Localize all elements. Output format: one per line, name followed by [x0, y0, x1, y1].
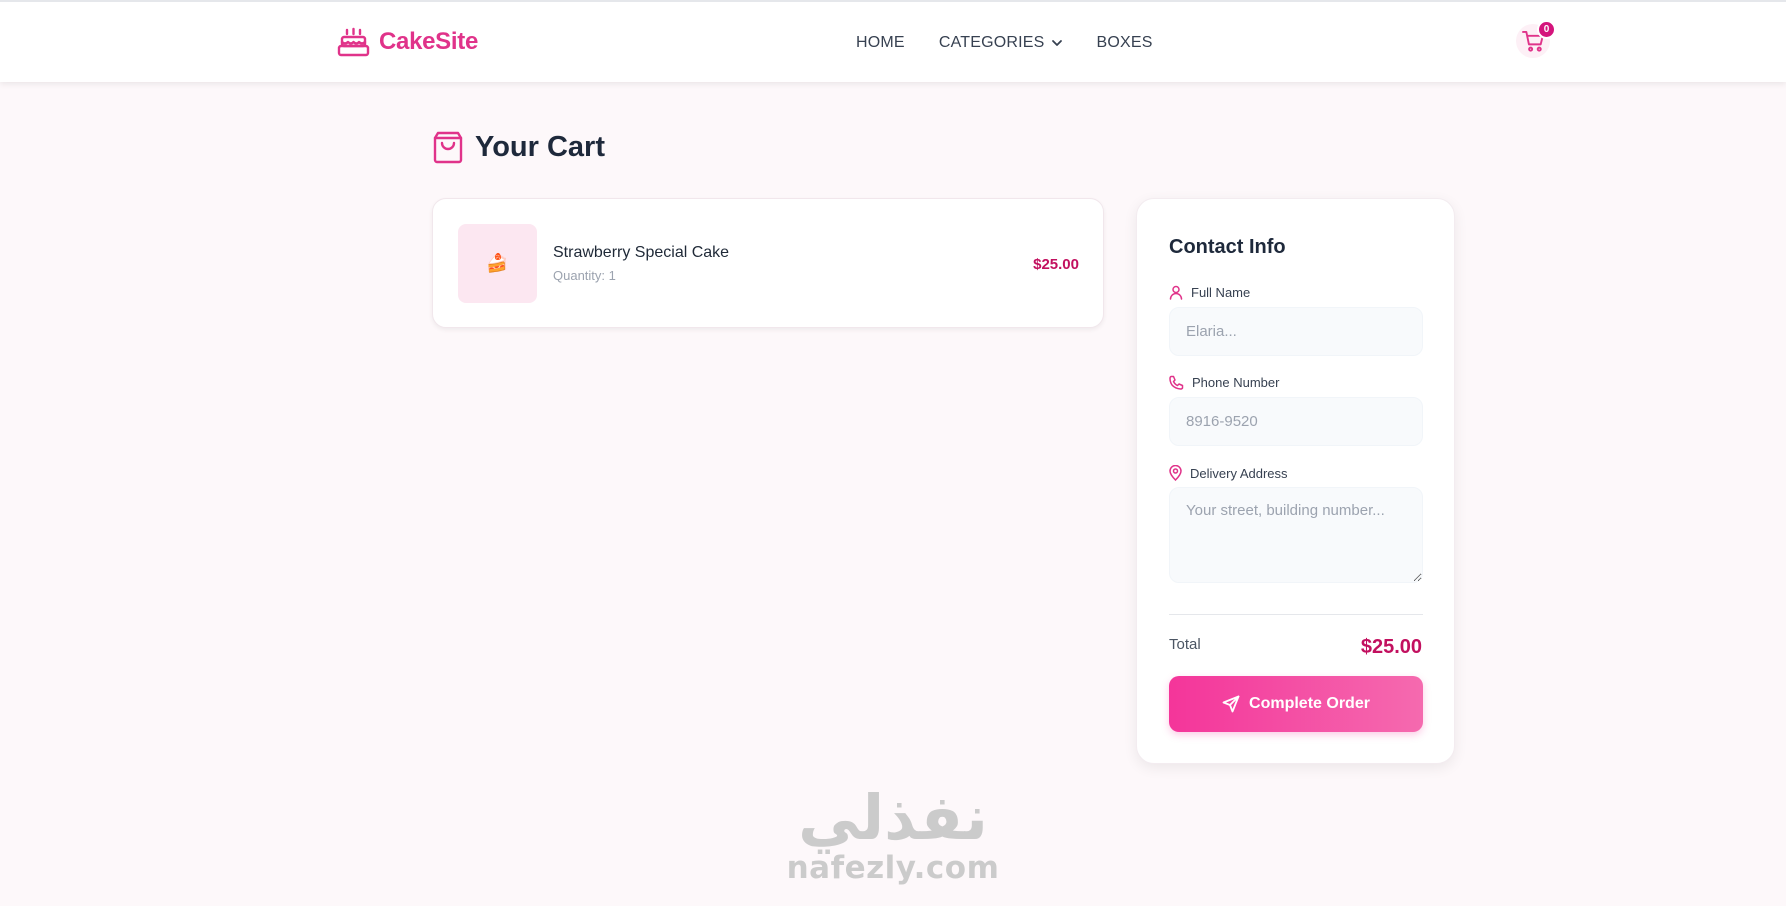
delivery-address-label-text: Delivery Address — [1190, 465, 1288, 481]
watermark: نفذلي nafezly.com — [786, 781, 1000, 886]
full-name-label: Full Name — [1169, 285, 1250, 300]
page-title: Your Cart — [475, 131, 605, 163]
total-divider — [1169, 614, 1423, 615]
cart-count-badge: 0 — [1537, 20, 1556, 39]
watermark-latin: nafezly.com — [786, 850, 1000, 886]
complete-order-button[interactable]: Complete Order — [1169, 676, 1423, 732]
map-pin-icon — [1169, 465, 1182, 481]
phone-icon — [1169, 375, 1184, 390]
phone-number-input[interactable] — [1169, 397, 1423, 446]
product-thumbnail[interactable]: 🍰 — [458, 224, 537, 303]
total-amount: $25.00 — [1360, 636, 1422, 658]
contact-title: Contact Info — [1169, 236, 1286, 258]
nav-categories-label: CATEGORIES — [938, 34, 1045, 51]
user-icon — [1169, 285, 1183, 300]
delivery-address-input[interactable] — [1169, 487, 1423, 583]
product-price: $25.00 — [1033, 256, 1079, 273]
nav-boxes[interactable]: BOXES — [1097, 34, 1153, 52]
phone-number-label: Phone Number — [1169, 375, 1279, 390]
nav-home[interactable]: HOME — [856, 34, 905, 52]
delivery-address-label: Delivery Address — [1169, 465, 1288, 481]
complete-order-label: Complete Order — [1249, 695, 1370, 712]
watermark-arabic: نفذلي — [798, 781, 988, 854]
nav-categories[interactable]: CATEGORIES — [939, 34, 1063, 52]
cart-item-card: 🍰 Strawberry Special Cake Quantity: 1 $2… — [432, 198, 1104, 328]
full-name-label-text: Full Name — [1191, 285, 1251, 300]
product-name: Strawberry Special Cake — [553, 244, 730, 261]
full-name-input[interactable] — [1169, 307, 1423, 356]
page-heading: Your Cart — [433, 131, 605, 164]
top-navbar: CakeSite HOME CATEGORIES BOXES 0 — [0, 0, 1786, 82]
phone-number-label-text: Phone Number — [1192, 375, 1280, 390]
chevron-down-icon — [1051, 40, 1062, 46]
shopping-bag-icon — [433, 131, 463, 164]
brand-logo[interactable]: CakeSite — [337, 27, 478, 57]
total-label: Total — [1169, 636, 1201, 653]
brand-name: CakeSite — [379, 28, 478, 55]
send-icon — [1222, 695, 1240, 713]
contact-info-panel: Contact Info Full Name Phone Number Deli… — [1136, 198, 1455, 764]
cake-icon — [337, 27, 370, 57]
product-quantity: Quantity: 1 — [553, 268, 616, 283]
main-nav: HOME CATEGORIES BOXES — [856, 34, 1153, 52]
